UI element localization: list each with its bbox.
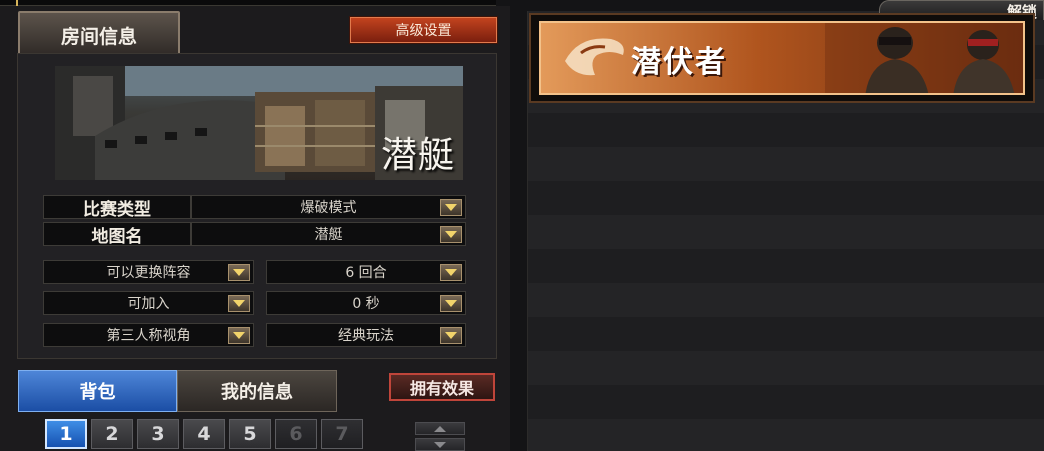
room-info-panel: 房间信息 高级设置 潜艇 比赛类型 爆破模式 地图名 潜艇 可以更换阵容 6 回… xyxy=(0,6,510,451)
gameplay-value: 经典玩法 xyxy=(338,328,394,344)
page-button-6[interactable]: 6 xyxy=(275,419,317,449)
match-type-label: 比赛类型 xyxy=(43,195,191,220)
row-map-name: 地图名 潜艇 xyxy=(43,222,466,247)
map-preview-image: 潜艇 xyxy=(55,66,463,180)
team-switch-value: 可以更换阵容 xyxy=(106,265,191,281)
page-button-3[interactable]: 3 xyxy=(137,419,179,449)
joinable-value: 可加入 xyxy=(127,296,170,312)
gameplay-select[interactable]: 经典玩法 xyxy=(266,323,466,347)
row-options-1: 可以更换阵容 6 回合 xyxy=(43,260,466,284)
map-name-value: 潜艇 xyxy=(314,227,343,243)
team-banner-title: 潜伏者 xyxy=(631,45,727,80)
owned-effects-button[interactable]: 拥有效果 xyxy=(389,373,495,401)
chevron-down-icon[interactable] xyxy=(440,199,462,216)
map-name-overlay: 潜艇 xyxy=(380,135,455,176)
joinable-select[interactable]: 可加入 xyxy=(43,291,254,315)
page-button-7[interactable]: 7 xyxy=(321,419,363,449)
soldier-portrait xyxy=(825,23,1015,93)
page-button-5[interactable]: 5 xyxy=(229,419,271,449)
time-value: 0 秒 xyxy=(352,296,380,312)
match-type-value: 爆破模式 xyxy=(300,200,357,216)
view-select[interactable]: 第三人称视角 xyxy=(43,323,254,347)
tiger-emblem-icon xyxy=(565,38,624,76)
scroll-arrows xyxy=(415,422,465,451)
chevron-down-icon[interactable] xyxy=(228,264,250,281)
chevron-down-icon[interactable] xyxy=(228,327,250,344)
team-banner-terrorist: 潜伏者 xyxy=(529,13,1035,103)
room-settings-box: 潜艇 比赛类型 爆破模式 地图名 潜艇 可以更换阵容 6 回合 可加入 0 秒 … xyxy=(17,53,497,359)
arrow-down-icon xyxy=(434,441,446,448)
arrow-up-icon xyxy=(434,425,446,432)
row-match-type: 比赛类型 爆破模式 xyxy=(43,195,466,220)
view-value: 第三人称视角 xyxy=(106,328,191,344)
chevron-down-icon[interactable] xyxy=(440,226,462,243)
tab-bag[interactable]: 背包 xyxy=(18,370,177,412)
page-button-4[interactable]: 4 xyxy=(183,419,225,449)
row-options-2: 可加入 0 秒 xyxy=(43,291,466,315)
team-switch-select[interactable]: 可以更换阵容 xyxy=(43,260,254,284)
map-name-select[interactable]: 潜艇 xyxy=(191,222,466,246)
rounds-value: 6 回合 xyxy=(345,265,387,281)
match-type-select[interactable]: 爆破模式 xyxy=(191,195,466,219)
scroll-down-button[interactable] xyxy=(415,438,465,451)
scroll-up-button[interactable] xyxy=(415,422,465,435)
map-name-label: 地图名 xyxy=(43,222,191,247)
tab-room-info[interactable]: 房间信息 xyxy=(18,11,180,59)
chevron-down-icon[interactable] xyxy=(440,264,462,281)
advanced-settings-button[interactable]: 高级设置 xyxy=(350,17,497,43)
row-options-3: 第三人称视角 经典玩法 xyxy=(43,323,466,347)
chevron-down-icon[interactable] xyxy=(440,295,462,312)
chevron-down-icon[interactable] xyxy=(440,327,462,344)
time-select[interactable]: 0 秒 xyxy=(266,291,466,315)
tab-my-info[interactable]: 我的信息 xyxy=(177,370,337,412)
page-button-1[interactable]: 1 xyxy=(45,419,87,449)
page-selector: 1 2 3 4 5 6 7 xyxy=(45,419,363,449)
page-button-2[interactable]: 2 xyxy=(91,419,133,449)
team-banner-inner: 潜伏者 xyxy=(539,21,1025,95)
chevron-down-icon[interactable] xyxy=(228,295,250,312)
rounds-select[interactable]: 6 回合 xyxy=(266,260,466,284)
